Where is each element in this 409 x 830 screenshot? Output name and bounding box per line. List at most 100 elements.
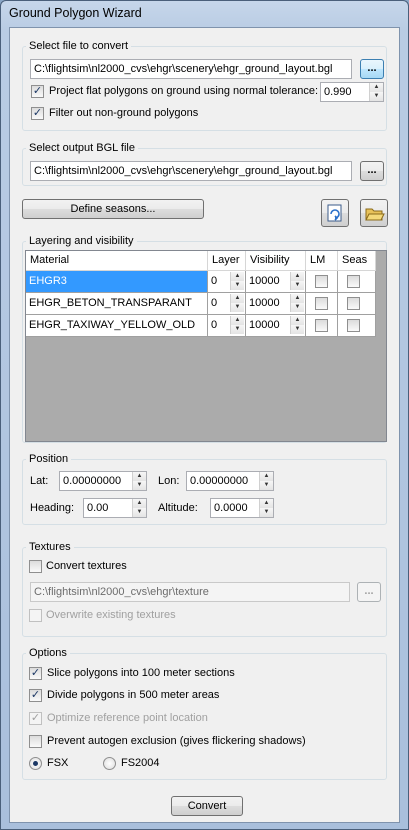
overwrite-textures-checkbox[interactable] (29, 609, 42, 622)
lat-spinner[interactable]: ▲ ▼ (132, 472, 146, 490)
convert-button[interactable]: Convert (171, 796, 243, 816)
material-cell[interactable]: EHGR_TAXIWAY_YELLOW_OLD (26, 315, 208, 337)
visibility-spinner[interactable]: ▲ ▼ (290, 316, 304, 334)
fsx-label: FSX (47, 757, 69, 769)
heading-value: 0.00 (87, 502, 109, 514)
spin-up-icon[interactable]: ▲ (291, 294, 304, 303)
output-browse-button[interactable]: ... (360, 161, 384, 181)
lat-field[interactable]: 0.00000000 ▲ ▼ (59, 471, 147, 491)
spin-up-icon[interactable]: ▲ (260, 499, 273, 508)
texture-browse-button[interactable]: ... (357, 582, 381, 602)
visibility-cell[interactable]: 10000 ▲ ▼ (246, 271, 306, 293)
column-header-lm[interactable]: LM (306, 251, 338, 271)
spin-down-icon[interactable]: ▼ (370, 92, 383, 101)
spin-up-icon[interactable]: ▲ (291, 316, 304, 325)
layer-spinner[interactable]: ▲ ▼ (230, 272, 244, 290)
spin-down-icon[interactable]: ▼ (291, 325, 304, 334)
material-cell[interactable]: EHGR_BETON_TRANSPARANT (26, 293, 208, 315)
spin-down-icon[interactable]: ▼ (291, 303, 304, 312)
project-flat-label: Project flat polygons on ground using no… (49, 85, 319, 97)
layer-spinner[interactable]: ▲ ▼ (230, 294, 244, 312)
altitude-spinner[interactable]: ▲ ▼ (259, 499, 273, 517)
column-header-seas[interactable]: Seas (338, 251, 376, 271)
layer-value: 0 (211, 319, 218, 331)
layer-cell[interactable]: 0 ▲ ▼ (208, 293, 246, 315)
spin-down-icon[interactable]: ▼ (231, 325, 244, 334)
lm-cell (306, 293, 338, 315)
spin-down-icon[interactable]: ▼ (260, 508, 273, 517)
altitude-field[interactable]: 0.0000 ▲ ▼ (210, 498, 274, 518)
lm-checkbox[interactable] (315, 275, 328, 288)
column-header-layer[interactable]: Layer (208, 251, 246, 271)
spin-up-icon[interactable]: ▲ (370, 83, 383, 92)
convert-textures-label: Convert textures (46, 560, 127, 572)
filter-non-ground-checkbox[interactable]: ✓ (31, 107, 44, 120)
input-browse-button[interactable]: ... (360, 59, 384, 79)
column-header-visibility[interactable]: Visibility (246, 251, 306, 271)
position-group-title: Position (26, 452, 72, 466)
altitude-value: 0.0000 (214, 502, 248, 514)
spin-down-icon[interactable]: ▼ (133, 481, 146, 490)
spin-down-icon[interactable]: ▼ (231, 281, 244, 290)
input-file-path-field[interactable]: C:\flightsim\nl2000_cvs\ehgr\scenery\ehg… (30, 59, 352, 79)
lon-spinner[interactable]: ▲ ▼ (259, 472, 273, 490)
lm-checkbox[interactable] (315, 297, 328, 310)
seas-checkbox[interactable] (347, 319, 360, 332)
visibility-cell[interactable]: 10000 ▲ ▼ (246, 315, 306, 337)
layer-cell[interactable]: 0 ▲ ▼ (208, 271, 246, 293)
convert-textures-checkbox[interactable] (29, 560, 42, 573)
tolerance-field[interactable]: 0.990 ▲ ▼ (320, 82, 384, 102)
layer-spinner[interactable]: ▲ ▼ (230, 316, 244, 334)
output-file-path-field[interactable]: C:\flightsim\nl2000_cvs\ehgr\scenery\ehg… (30, 161, 352, 181)
spin-up-icon[interactable]: ▲ (133, 472, 146, 481)
materials-grid[interactable]: Material Layer Visibility LM Seas EHGR3 0… (25, 250, 387, 442)
spin-up-icon[interactable]: ▲ (133, 499, 146, 508)
spin-up-icon[interactable]: ▲ (231, 272, 244, 281)
spin-down-icon[interactable]: ▼ (231, 303, 244, 312)
open-folder-button[interactable] (360, 199, 388, 227)
visibility-cell[interactable]: 10000 ▲ ▼ (246, 293, 306, 315)
spin-down-icon[interactable]: ▼ (291, 281, 304, 290)
material-cell[interactable]: EHGR3 (26, 271, 208, 293)
tolerance-spinner[interactable]: ▲ ▼ (369, 83, 383, 101)
lon-field[interactable]: 0.00000000 ▲ ▼ (186, 471, 274, 491)
visibility-spinner[interactable]: ▲ ▼ (290, 294, 304, 312)
project-flat-checkbox[interactable]: ✓ (31, 85, 44, 98)
fsx-radio[interactable] (29, 757, 42, 770)
heading-label: Heading: (30, 502, 75, 514)
output-file-group-title: Select output BGL file (26, 141, 138, 155)
optimize-reference-label: Optimize reference point location (47, 712, 208, 724)
prevent-autogen-checkbox[interactable] (29, 735, 42, 748)
layer-value: 0 (211, 275, 218, 287)
radio-selected-dot (33, 761, 38, 766)
optimize-reference-checkbox[interactable]: ✓ (29, 712, 42, 725)
visibility-value: 10000 (249, 319, 280, 331)
spin-down-icon[interactable]: ▼ (260, 481, 273, 490)
lm-checkbox[interactable] (315, 319, 328, 332)
spin-up-icon[interactable]: ▲ (291, 272, 304, 281)
visibility-value: 10000 (249, 275, 280, 287)
visibility-spinner[interactable]: ▲ ▼ (290, 272, 304, 290)
fs2004-radio[interactable] (103, 757, 116, 770)
reload-button[interactable] (321, 199, 349, 227)
texture-path-field[interactable]: C:\flightsim\nl2000_cvs\ehgr\texture (30, 582, 350, 602)
slice-polygons-checkbox[interactable]: ✓ (29, 667, 42, 680)
dialog-client-area: Select file to convert C:\flightsim\nl20… (9, 27, 400, 823)
heading-spinner[interactable]: ▲ ▼ (132, 499, 146, 517)
column-header-material[interactable]: Material (26, 251, 208, 271)
lat-value: 0.00000000 (63, 475, 122, 487)
heading-field[interactable]: 0.00 ▲ ▼ (83, 498, 147, 518)
wizard-window: Ground Polygon Wizard Select file to con… (0, 0, 409, 830)
seas-checkbox[interactable] (347, 275, 360, 288)
options-group-title: Options (26, 646, 70, 660)
spin-down-icon[interactable]: ▼ (133, 508, 146, 517)
spin-up-icon[interactable]: ▲ (260, 472, 273, 481)
fs2004-label: FS2004 (121, 757, 160, 769)
spin-up-icon[interactable]: ▲ (231, 316, 244, 325)
seas-checkbox[interactable] (347, 297, 360, 310)
define-seasons-button[interactable]: Define seasons... (22, 199, 204, 219)
reload-file-icon (327, 204, 342, 222)
layer-cell[interactable]: 0 ▲ ▼ (208, 315, 246, 337)
divide-polygons-checkbox[interactable]: ✓ (29, 689, 42, 702)
spin-up-icon[interactable]: ▲ (231, 294, 244, 303)
